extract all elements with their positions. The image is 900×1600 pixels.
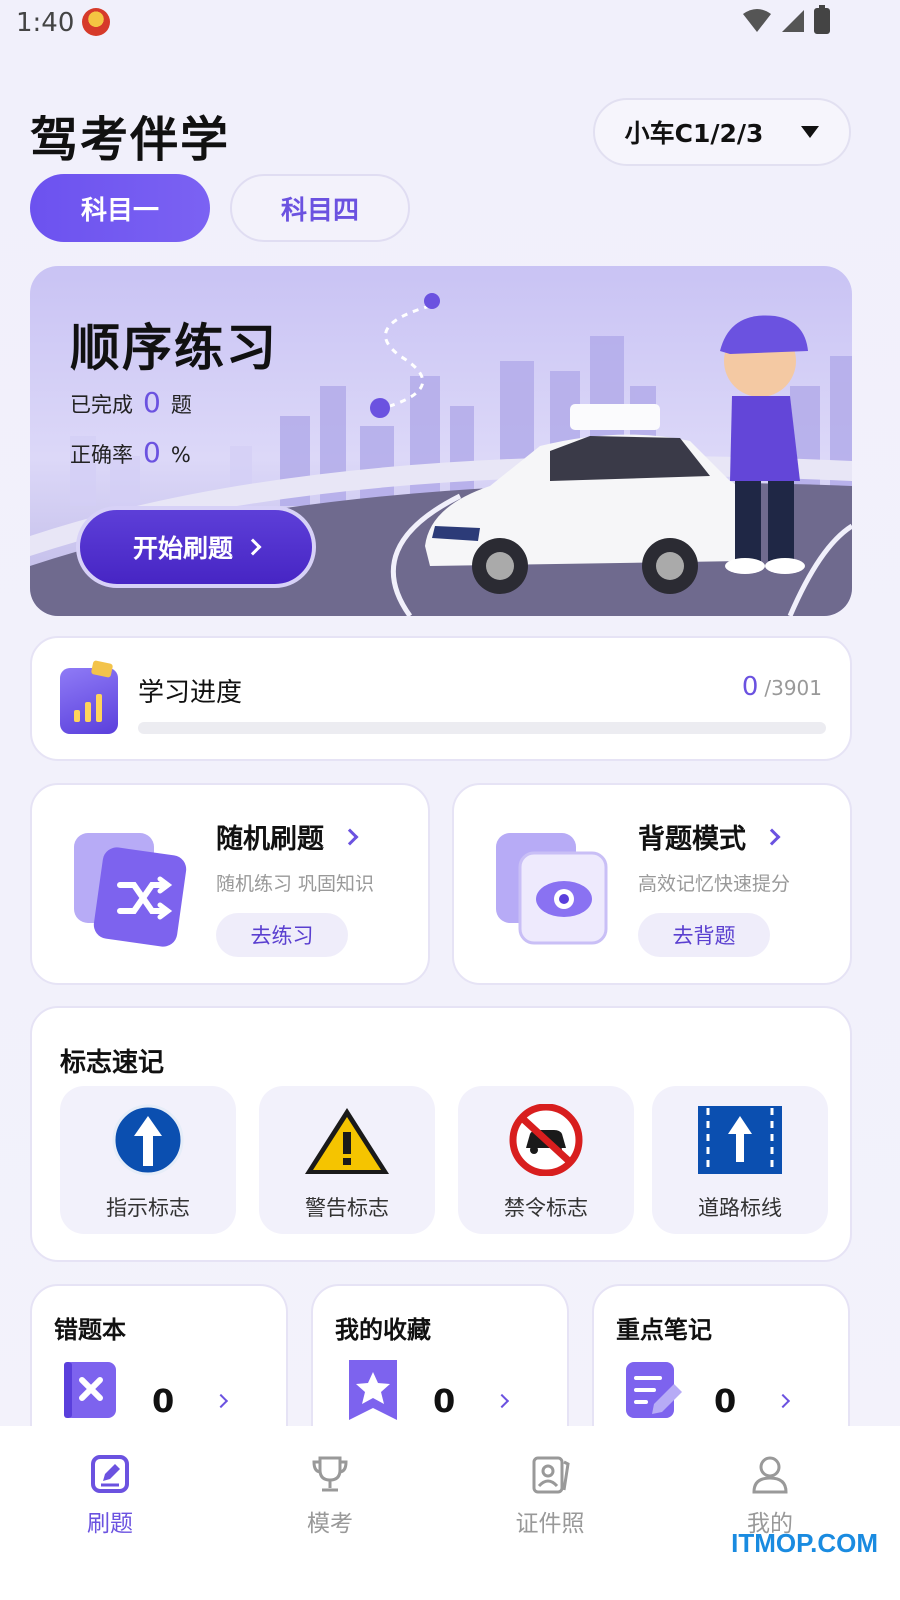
nav-practice[interactable]: 刷题 bbox=[30, 1454, 190, 1538]
car-type-selector[interactable]: 小车C1/2/3 bbox=[593, 98, 851, 166]
banner-title: 顺序练习 bbox=[70, 319, 278, 377]
sign-label: 指示标志 bbox=[106, 1196, 190, 1220]
chevron-right-icon bbox=[341, 828, 359, 845]
chevron-right-icon bbox=[775, 1393, 791, 1409]
progress-bar bbox=[138, 722, 826, 734]
sign-tile-prohibition[interactable]: 禁令标志 bbox=[458, 1086, 634, 1234]
no-car-sign-icon bbox=[509, 1104, 583, 1176]
progress-done: 0 bbox=[741, 672, 759, 702]
nav-id-photo[interactable]: 证件照 bbox=[470, 1454, 630, 1538]
chevron-right-icon bbox=[213, 1393, 229, 1409]
progress-total: /3901 bbox=[764, 676, 822, 700]
completed-unit: 题 bbox=[170, 393, 192, 417]
sign-tile-indication[interactable]: 指示标志 bbox=[60, 1086, 236, 1234]
id-photo-icon bbox=[532, 1456, 570, 1494]
sign-label: 禁令标志 bbox=[504, 1196, 588, 1220]
random-practice-title: 随机刷题 bbox=[216, 817, 359, 856]
status-time: 1:40 bbox=[16, 8, 75, 38]
favorites-count: 0 bbox=[433, 1382, 456, 1420]
status-bar: 1:40 bbox=[0, 0, 900, 50]
car-type-label: 小车C1/2/3 bbox=[624, 119, 764, 148]
favorite-icon bbox=[349, 1360, 397, 1420]
chevron-right-icon bbox=[494, 1393, 510, 1409]
sign-label: 警告标志 bbox=[305, 1196, 389, 1220]
memorize-mode-title-text: 背题模式 bbox=[638, 824, 746, 855]
memorize-mode-card[interactable]: 背题模式 高效记忆快速提分 去背题 bbox=[452, 783, 852, 985]
arrow-up-sign-icon bbox=[112, 1104, 184, 1176]
wrong-questions-count: 0 bbox=[152, 1382, 175, 1420]
completed-label: 已完成 bbox=[70, 393, 133, 417]
completed-value: 0 bbox=[143, 386, 161, 419]
accuracy-value: 0 bbox=[143, 436, 161, 469]
nav-mock-exam[interactable]: 模考 bbox=[250, 1454, 410, 1538]
notes-icon bbox=[626, 1362, 682, 1418]
random-practice-subtitle: 随机练习 巩固知识 bbox=[216, 873, 375, 895]
accuracy-label: 正确率 bbox=[70, 443, 133, 467]
caret-down-icon bbox=[801, 126, 820, 138]
warning-sign-icon bbox=[305, 1108, 389, 1174]
trophy-icon bbox=[312, 1456, 348, 1492]
wrong-questions-title: 错题本 bbox=[54, 1316, 126, 1344]
wifi-icon bbox=[743, 9, 771, 32]
key-notes-count: 0 bbox=[714, 1382, 737, 1420]
nav-label: 模考 bbox=[307, 1511, 353, 1537]
memorize-mode-title: 背题模式 bbox=[638, 817, 781, 856]
road-marking-icon bbox=[698, 1106, 782, 1174]
go-memorize-button[interactable]: 去背题 bbox=[638, 913, 770, 957]
chevron-right-icon bbox=[763, 828, 781, 845]
eye-icon bbox=[496, 833, 608, 945]
shuffle-icon bbox=[74, 833, 187, 947]
completed-stat: 已完成 0 题 bbox=[70, 386, 192, 419]
progress-count: 0 /3901 bbox=[742, 672, 822, 702]
nav-label: 刷题 bbox=[87, 1511, 133, 1537]
random-practice-card[interactable]: 随机刷题 随机练习 巩固知识 去练习 bbox=[30, 783, 430, 985]
nav-label: 证件照 bbox=[515, 1511, 585, 1537]
battery-icon bbox=[814, 5, 830, 34]
signs-quick-memo-card: 标志速记 指示标志 警告标志 禁令标志 道路标线 bbox=[30, 1006, 852, 1262]
sign-tile-road-marking[interactable]: 道路标线 bbox=[652, 1086, 828, 1234]
wrong-book-icon bbox=[64, 1362, 116, 1418]
progress-chart-icon bbox=[60, 660, 118, 734]
random-practice-title-text: 随机刷题 bbox=[216, 824, 324, 855]
watermark: ITMOP.COM bbox=[731, 1528, 878, 1558]
tab-subject-one[interactable]: 科目一 bbox=[30, 174, 210, 242]
accuracy-unit: % bbox=[170, 443, 191, 467]
profile-icon bbox=[752, 1456, 788, 1494]
progress-label: 学习进度 bbox=[138, 678, 243, 708]
app-title: 驾考伴学 bbox=[30, 112, 231, 168]
start-practice-label: 开始刷题 bbox=[132, 534, 233, 563]
nav-profile[interactable]: 我的 bbox=[690, 1454, 850, 1538]
key-notes-title: 重点笔记 bbox=[616, 1316, 712, 1344]
bottom-navigation: 刷题 模考 证件照 我的 bbox=[0, 1426, 900, 1600]
practice-icon bbox=[91, 1455, 129, 1493]
status-icons bbox=[742, 5, 830, 34]
sign-label: 道路标线 bbox=[698, 1196, 782, 1220]
cell-signal-icon bbox=[782, 10, 804, 32]
app-notification-icon bbox=[82, 8, 110, 36]
sequential-practice-banner[interactable]: 顺序练习 已完成 0 题 正确率 0 % 开始刷题 bbox=[30, 266, 852, 616]
signs-title: 标志速记 bbox=[60, 1048, 165, 1078]
go-practice-button[interactable]: 去练习 bbox=[216, 913, 348, 957]
sign-tile-warning[interactable]: 警告标志 bbox=[259, 1086, 435, 1234]
favorites-title: 我的收藏 bbox=[335, 1316, 431, 1344]
chevron-right-icon bbox=[244, 538, 262, 556]
study-progress-card[interactable]: 学习进度 0 /3901 bbox=[30, 636, 852, 761]
tab-subject-four[interactable]: 科目四 bbox=[230, 174, 410, 242]
start-practice-button[interactable]: 开始刷题 bbox=[76, 506, 316, 588]
memorize-mode-subtitle: 高效记忆快速提分 bbox=[638, 873, 791, 895]
accuracy-stat: 正确率 0 % bbox=[70, 436, 191, 469]
